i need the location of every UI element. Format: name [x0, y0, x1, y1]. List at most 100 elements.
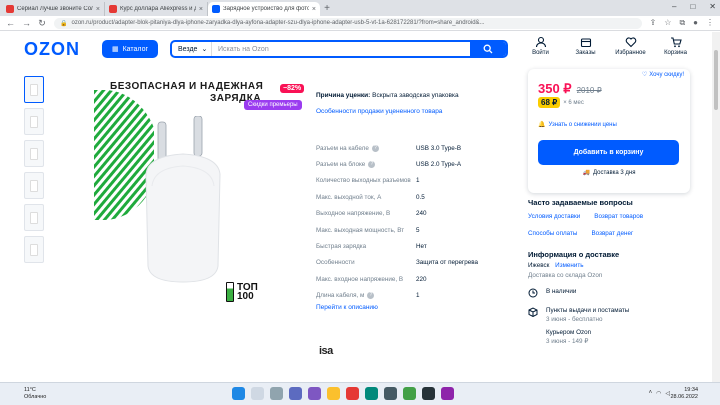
old-price: 2010 ₽: [576, 86, 602, 95]
browser-tab[interactable]: Курс доллара Aliexpress и друг... ×: [105, 2, 208, 16]
tab-close-icon[interactable]: ×: [312, 6, 316, 13]
profile-icon[interactable]: ●: [693, 18, 698, 28]
menu-icon[interactable]: ⋮: [706, 18, 714, 28]
volume-icon[interactable]: ◁: [665, 390, 670, 397]
orders-button[interactable]: Заказы: [563, 36, 608, 56]
url-field[interactable]: 🔒 ozon.ru/product/adapter-blok-pitaniya-…: [54, 17, 642, 29]
price-block: 350 ₽ 2010 ₽: [538, 81, 602, 97]
peculiarities-link[interactable]: Особенности продажи уцененного товара: [316, 108, 516, 115]
product-image[interactable]: БЕЗОПАСНАЯ И НАДЕЖНАЯ ЗАРЯДКА −82% Скидк…: [90, 76, 305, 356]
pickup-row[interactable]: Пункты выдачи и постаматы 3 июня - беспл…: [528, 307, 703, 323]
search-scope-select[interactable]: Везде ⌄: [172, 42, 212, 56]
notify-label: Узнать о снижении цены: [548, 121, 617, 128]
spec-row: Особенности Защита от перегрева: [316, 255, 516, 271]
back-icon[interactable]: ←: [6, 18, 15, 28]
gallery-thumbnail[interactable]: [24, 76, 44, 103]
widgets-icon[interactable]: [289, 387, 302, 400]
spec-row: Длина кабеля, м? 1: [316, 288, 516, 304]
spec-key: Разъем на блоке: [316, 161, 366, 169]
courier-sub: 3 июня - 149 ₽: [546, 338, 589, 345]
catalog-label: Каталог: [122, 45, 149, 53]
help-icon[interactable]: ?: [371, 144, 379, 152]
address-bar: ← → ↻ 🔒 ozon.ru/product/adapter-blok-pit…: [0, 16, 720, 31]
task-view-icon[interactable]: [270, 387, 283, 400]
spec-key: Особенности: [316, 259, 355, 267]
spec-row: Разъем на кабеле? USB 3.0 Type-B: [316, 140, 516, 156]
search-icon[interactable]: [251, 387, 264, 400]
spec-key: Макс. входное напряжение, В: [316, 275, 404, 283]
description-link[interactable]: Перейти к описанию: [316, 304, 378, 311]
reason-label: Причина уценки:: [316, 92, 371, 99]
tab-favicon-icon: [109, 5, 117, 13]
gallery-thumbnail[interactable]: [24, 204, 44, 231]
search-icon: [483, 44, 493, 54]
browser-tab[interactable]: Сериал Лучше звоните Солу 1... ×: [2, 2, 105, 16]
spec-key: Макс. выходная мощность, Вт: [316, 226, 405, 234]
spec-key: Быстрая зарядка: [316, 243, 367, 251]
help-icon[interactable]: ?: [368, 161, 376, 169]
gallery-thumbnail[interactable]: [24, 140, 44, 167]
close-window-icon[interactable]: ✕: [709, 2, 716, 11]
favorites-button[interactable]: Избранное: [608, 36, 653, 56]
ozon-logo[interactable]: OZON: [24, 39, 102, 60]
reload-icon[interactable]: ↻: [38, 18, 46, 29]
gallery-thumbnail[interactable]: [24, 172, 44, 199]
share-icon[interactable]: ⇪: [650, 18, 657, 28]
maximize-icon[interactable]: □: [690, 2, 695, 11]
search-button[interactable]: [470, 42, 506, 56]
page-scrollbar[interactable]: [712, 32, 720, 382]
chat-icon[interactable]: [308, 387, 321, 400]
faq-title: Часто задаваемые вопросы: [528, 198, 633, 207]
truck-icon: 🚚: [582, 170, 590, 176]
edge-icon[interactable]: [365, 387, 378, 400]
delivery-city: Ижевск Изменить: [528, 262, 703, 269]
star-icon[interactable]: ☆: [664, 18, 671, 28]
catalog-button[interactable]: ▦ Каталог: [102, 40, 158, 58]
app-icon[interactable]: [441, 387, 454, 400]
help-icon[interactable]: ?: [367, 292, 375, 300]
price-drop-notify-link[interactable]: 🔔 Узнать о снижении цены: [538, 121, 617, 129]
installment-block[interactable]: 68 ₽ × 6 мес: [538, 97, 584, 108]
browser-tab-active[interactable]: Зарядное устройство для фото... ×: [208, 2, 320, 16]
search-bar: Везде ⌄ Искать на Ozon: [170, 40, 508, 58]
app-icon[interactable]: [403, 387, 416, 400]
want-discount-link[interactable]: ♡ Хочу скидку!: [642, 71, 684, 79]
faq-link[interactable]: Способы оплаты: [528, 230, 577, 237]
file-explorer-icon[interactable]: [327, 387, 340, 400]
windows-start-icon[interactable]: [232, 387, 245, 400]
tab-title: Зарядное устройство для фото...: [223, 6, 309, 12]
tab-close-icon[interactable]: ×: [199, 6, 203, 13]
delivery-info: Информация о доставке Ижевск Изменить До…: [528, 250, 703, 345]
tab-close-icon[interactable]: ×: [96, 6, 100, 13]
chevron-up-icon[interactable]: ˄: [649, 390, 653, 397]
site-header: OZON ▦ Каталог Везде ⌄ Искать на Ozon Во…: [0, 32, 712, 66]
wifi-icon[interactable]: ◠: [656, 390, 661, 397]
search-input[interactable]: Искать на Ozon: [212, 46, 470, 53]
weather-desc: Облачно: [24, 394, 47, 400]
product-banner-text: БЕЗОПАСНАЯ И НАДЕЖНАЯ ЗАРЯДКА: [110, 81, 263, 105]
gallery-thumbnail[interactable]: [24, 236, 44, 263]
change-city-link[interactable]: Изменить: [555, 262, 583, 269]
minimize-icon[interactable]: –: [672, 2, 676, 11]
new-tab-button[interactable]: +: [320, 2, 334, 16]
faq-link[interactable]: Условия доставки: [528, 213, 580, 220]
header-actions: Войти Заказы Избранное Корзина: [518, 36, 698, 56]
store-icon[interactable]: [384, 387, 397, 400]
courier-row[interactable]: Курьером Ozon 3 июня - 149 ₽: [528, 329, 703, 345]
forward-icon[interactable]: →: [22, 18, 31, 28]
login-button[interactable]: Войти: [518, 36, 563, 56]
cart-button[interactable]: Корзина: [653, 36, 698, 56]
top-badge-line2: 100: [237, 291, 254, 302]
current-price: 350 ₽: [538, 81, 572, 96]
gallery-thumbnail[interactable]: [24, 108, 44, 135]
banner-line1: БЕЗОПАСНАЯ И НАДЕЖНАЯ: [110, 81, 264, 92]
faq-link[interactable]: Возврат денег: [591, 230, 633, 237]
installment-term: × 6 мес: [563, 99, 584, 106]
add-to-cart-button[interactable]: Добавить в корзину: [538, 140, 679, 165]
chrome-icon[interactable]: [346, 387, 359, 400]
extensions-icon[interactable]: ⧉: [679, 18, 685, 28]
faq-link[interactable]: Возврат товаров: [594, 213, 643, 220]
app-icon[interactable]: [422, 387, 435, 400]
taskbar-clock[interactable]: 19:34 28.06.2022: [670, 387, 698, 401]
weather-widget[interactable]: 11°C Облачно: [24, 387, 46, 401]
